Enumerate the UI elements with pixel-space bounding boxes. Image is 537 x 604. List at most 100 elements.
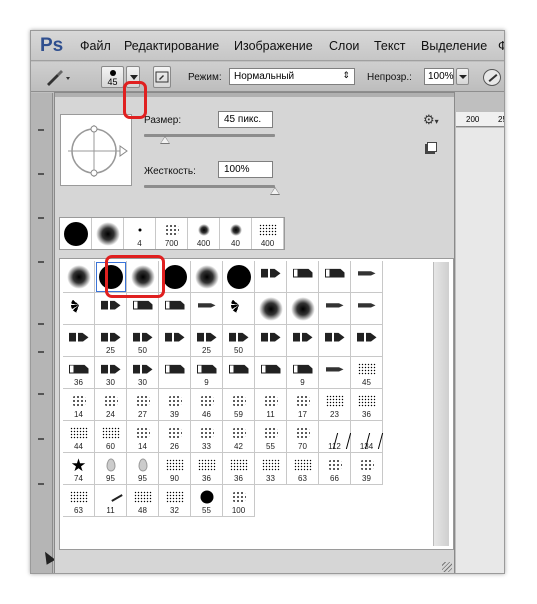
brush-preset-tile[interactable]: 11 (255, 389, 287, 421)
brush-preset-tile[interactable] (159, 293, 191, 325)
airbrush-tablet-icon[interactable] (483, 69, 501, 86)
brush-preset-tile[interactable]: 42 (223, 421, 255, 453)
brush-size-preview[interactable]: 45 (101, 66, 124, 88)
brush-preset-tile[interactable]: 134 (351, 421, 383, 453)
brush-preset-tile[interactable]: 30 (95, 357, 127, 389)
brush-preset-tile[interactable] (319, 357, 351, 389)
brush-preset-tile[interactable] (223, 293, 255, 325)
brush-preset-tile[interactable]: 36 (223, 453, 255, 485)
brush-preset-tile[interactable]: 39 (159, 389, 191, 421)
opacity-input[interactable]: 100% (424, 68, 454, 85)
recent-brush-tile[interactable] (92, 218, 124, 249)
brush-preset-tile[interactable]: 59 (223, 389, 255, 421)
tool-handle[interactable] (38, 351, 44, 353)
menu-type[interactable]: Текст (374, 39, 405, 53)
brush-preset-tile[interactable] (287, 261, 319, 293)
brush-preset-tile[interactable] (319, 261, 351, 293)
brush-preset-tile[interactable]: 90 (159, 453, 191, 485)
brush-angle-preview[interactable] (60, 114, 132, 186)
recent-brush-tile[interactable] (60, 218, 92, 249)
brush-preset-tile[interactable]: 26 (159, 421, 191, 453)
brush-preset-tile[interactable]: 23 (319, 389, 351, 421)
brush-preset-tile[interactable]: 9 (287, 357, 319, 389)
hardness-slider-thumb[interactable] (270, 187, 280, 195)
brush-preset-tile[interactable] (287, 293, 319, 325)
brush-preset-tile[interactable]: 36 (191, 453, 223, 485)
brush-preset-tile[interactable] (63, 325, 95, 357)
brush-preset-tile[interactable]: 46 (191, 389, 223, 421)
brush-preset-tile[interactable]: 74 (63, 453, 95, 485)
tool-handle[interactable] (38, 261, 44, 263)
brush-preset-tile[interactable] (159, 357, 191, 389)
brush-preset-tile[interactable]: 36 (351, 389, 383, 421)
recent-brush-tile[interactable]: 400 (252, 218, 284, 249)
brush-panel-toggle-button[interactable] (153, 66, 171, 88)
size-slider[interactable] (144, 134, 275, 144)
panel-grip[interactable] (55, 93, 454, 97)
recent-brush-tile[interactable]: 40 (220, 218, 252, 249)
brush-preset-tile[interactable] (319, 293, 351, 325)
size-slider-thumb[interactable] (160, 136, 170, 144)
size-input[interactable]: 45 пикс. (218, 111, 273, 128)
tool-handle[interactable] (38, 217, 44, 219)
brush-preset-tile[interactable]: 33 (255, 453, 287, 485)
brush-preset-tile[interactable]: 25 (95, 325, 127, 357)
brush-preset-tile[interactable]: 60 (95, 421, 127, 453)
brush-preset-tile[interactable]: 14 (63, 389, 95, 421)
brush-preset-tile[interactable]: 44 (63, 421, 95, 453)
panel-resize-handle[interactable] (442, 562, 452, 572)
brush-preset-tile[interactable]: 11 (95, 485, 127, 517)
brush-preset-tile[interactable] (63, 293, 95, 325)
brush-preset-tile[interactable]: 55 (191, 485, 223, 517)
brush-preset-tile[interactable] (255, 325, 287, 357)
brush-preset-tile[interactable]: 39 (351, 453, 383, 485)
brush-preset-tile[interactable]: 30 (127, 357, 159, 389)
brush-preset-tile[interactable]: 63 (287, 453, 319, 485)
tool-preset-picker[interactable] (43, 66, 73, 88)
tool-handle[interactable] (38, 483, 44, 485)
gear-icon[interactable]: ⚙▾ (423, 112, 439, 128)
brush-preset-tile[interactable]: 112 (319, 421, 351, 453)
mode-select[interactable]: Нормальный ⇕ (229, 68, 355, 85)
brush-preset-tile[interactable]: 95 (127, 453, 159, 485)
brush-preset-tile[interactable]: 36 (63, 357, 95, 389)
brush-preset-tile[interactable] (255, 261, 287, 293)
brush-preset-tile[interactable]: 17 (287, 389, 319, 421)
brush-preset-tile[interactable] (159, 325, 191, 357)
hardness-slider[interactable] (144, 185, 280, 195)
tool-handle[interactable] (38, 173, 44, 175)
menu-select[interactable]: Выделение (421, 39, 487, 53)
brush-preset-tile[interactable]: 27 (127, 389, 159, 421)
brush-preset-tile[interactable] (319, 325, 351, 357)
brush-preset-tile[interactable] (191, 261, 223, 293)
opacity-dropdown-button[interactable] (456, 68, 469, 85)
brush-preset-tile[interactable] (255, 293, 287, 325)
recent-brush-tile[interactable]: 4 (124, 218, 156, 249)
recent-brush-tile[interactable]: 700 (156, 218, 188, 249)
brush-preset-tile[interactable] (191, 293, 223, 325)
brush-preset-tile[interactable]: 33 (191, 421, 223, 453)
brush-preset-tile[interactable]: 100 (223, 485, 255, 517)
brush-preset-tile[interactable]: 63 (63, 485, 95, 517)
brush-preset-tile[interactable]: 45 (351, 357, 383, 389)
brush-preset-tile[interactable]: 9 (191, 357, 223, 389)
presets-scrollbar[interactable] (433, 262, 449, 546)
menu-edit[interactable]: Редактирование (124, 39, 219, 53)
brush-preset-tile[interactable]: 25 (191, 325, 223, 357)
tool-handle[interactable] (38, 129, 44, 131)
brush-preset-tile[interactable] (223, 357, 255, 389)
brush-preset-tile[interactable] (63, 261, 95, 293)
tool-handle[interactable] (38, 323, 44, 325)
brush-preset-tile[interactable] (223, 261, 255, 293)
tool-handle[interactable] (38, 438, 44, 440)
menu-filter[interactable]: Ф (498, 39, 504, 53)
brush-preset-tile[interactable]: 50 (127, 325, 159, 357)
brush-preset-tile[interactable]: 14 (127, 421, 159, 453)
brush-preset-tile[interactable]: 95 (95, 453, 127, 485)
brush-preset-tile[interactable]: 24 (95, 389, 127, 421)
brush-preset-tile[interactable] (255, 357, 287, 389)
menu-layers[interactable]: Слои (329, 39, 359, 53)
menu-file[interactable]: Файл (80, 39, 111, 53)
tool-handle[interactable] (38, 393, 44, 395)
brush-preset-tile[interactable]: 48 (127, 485, 159, 517)
